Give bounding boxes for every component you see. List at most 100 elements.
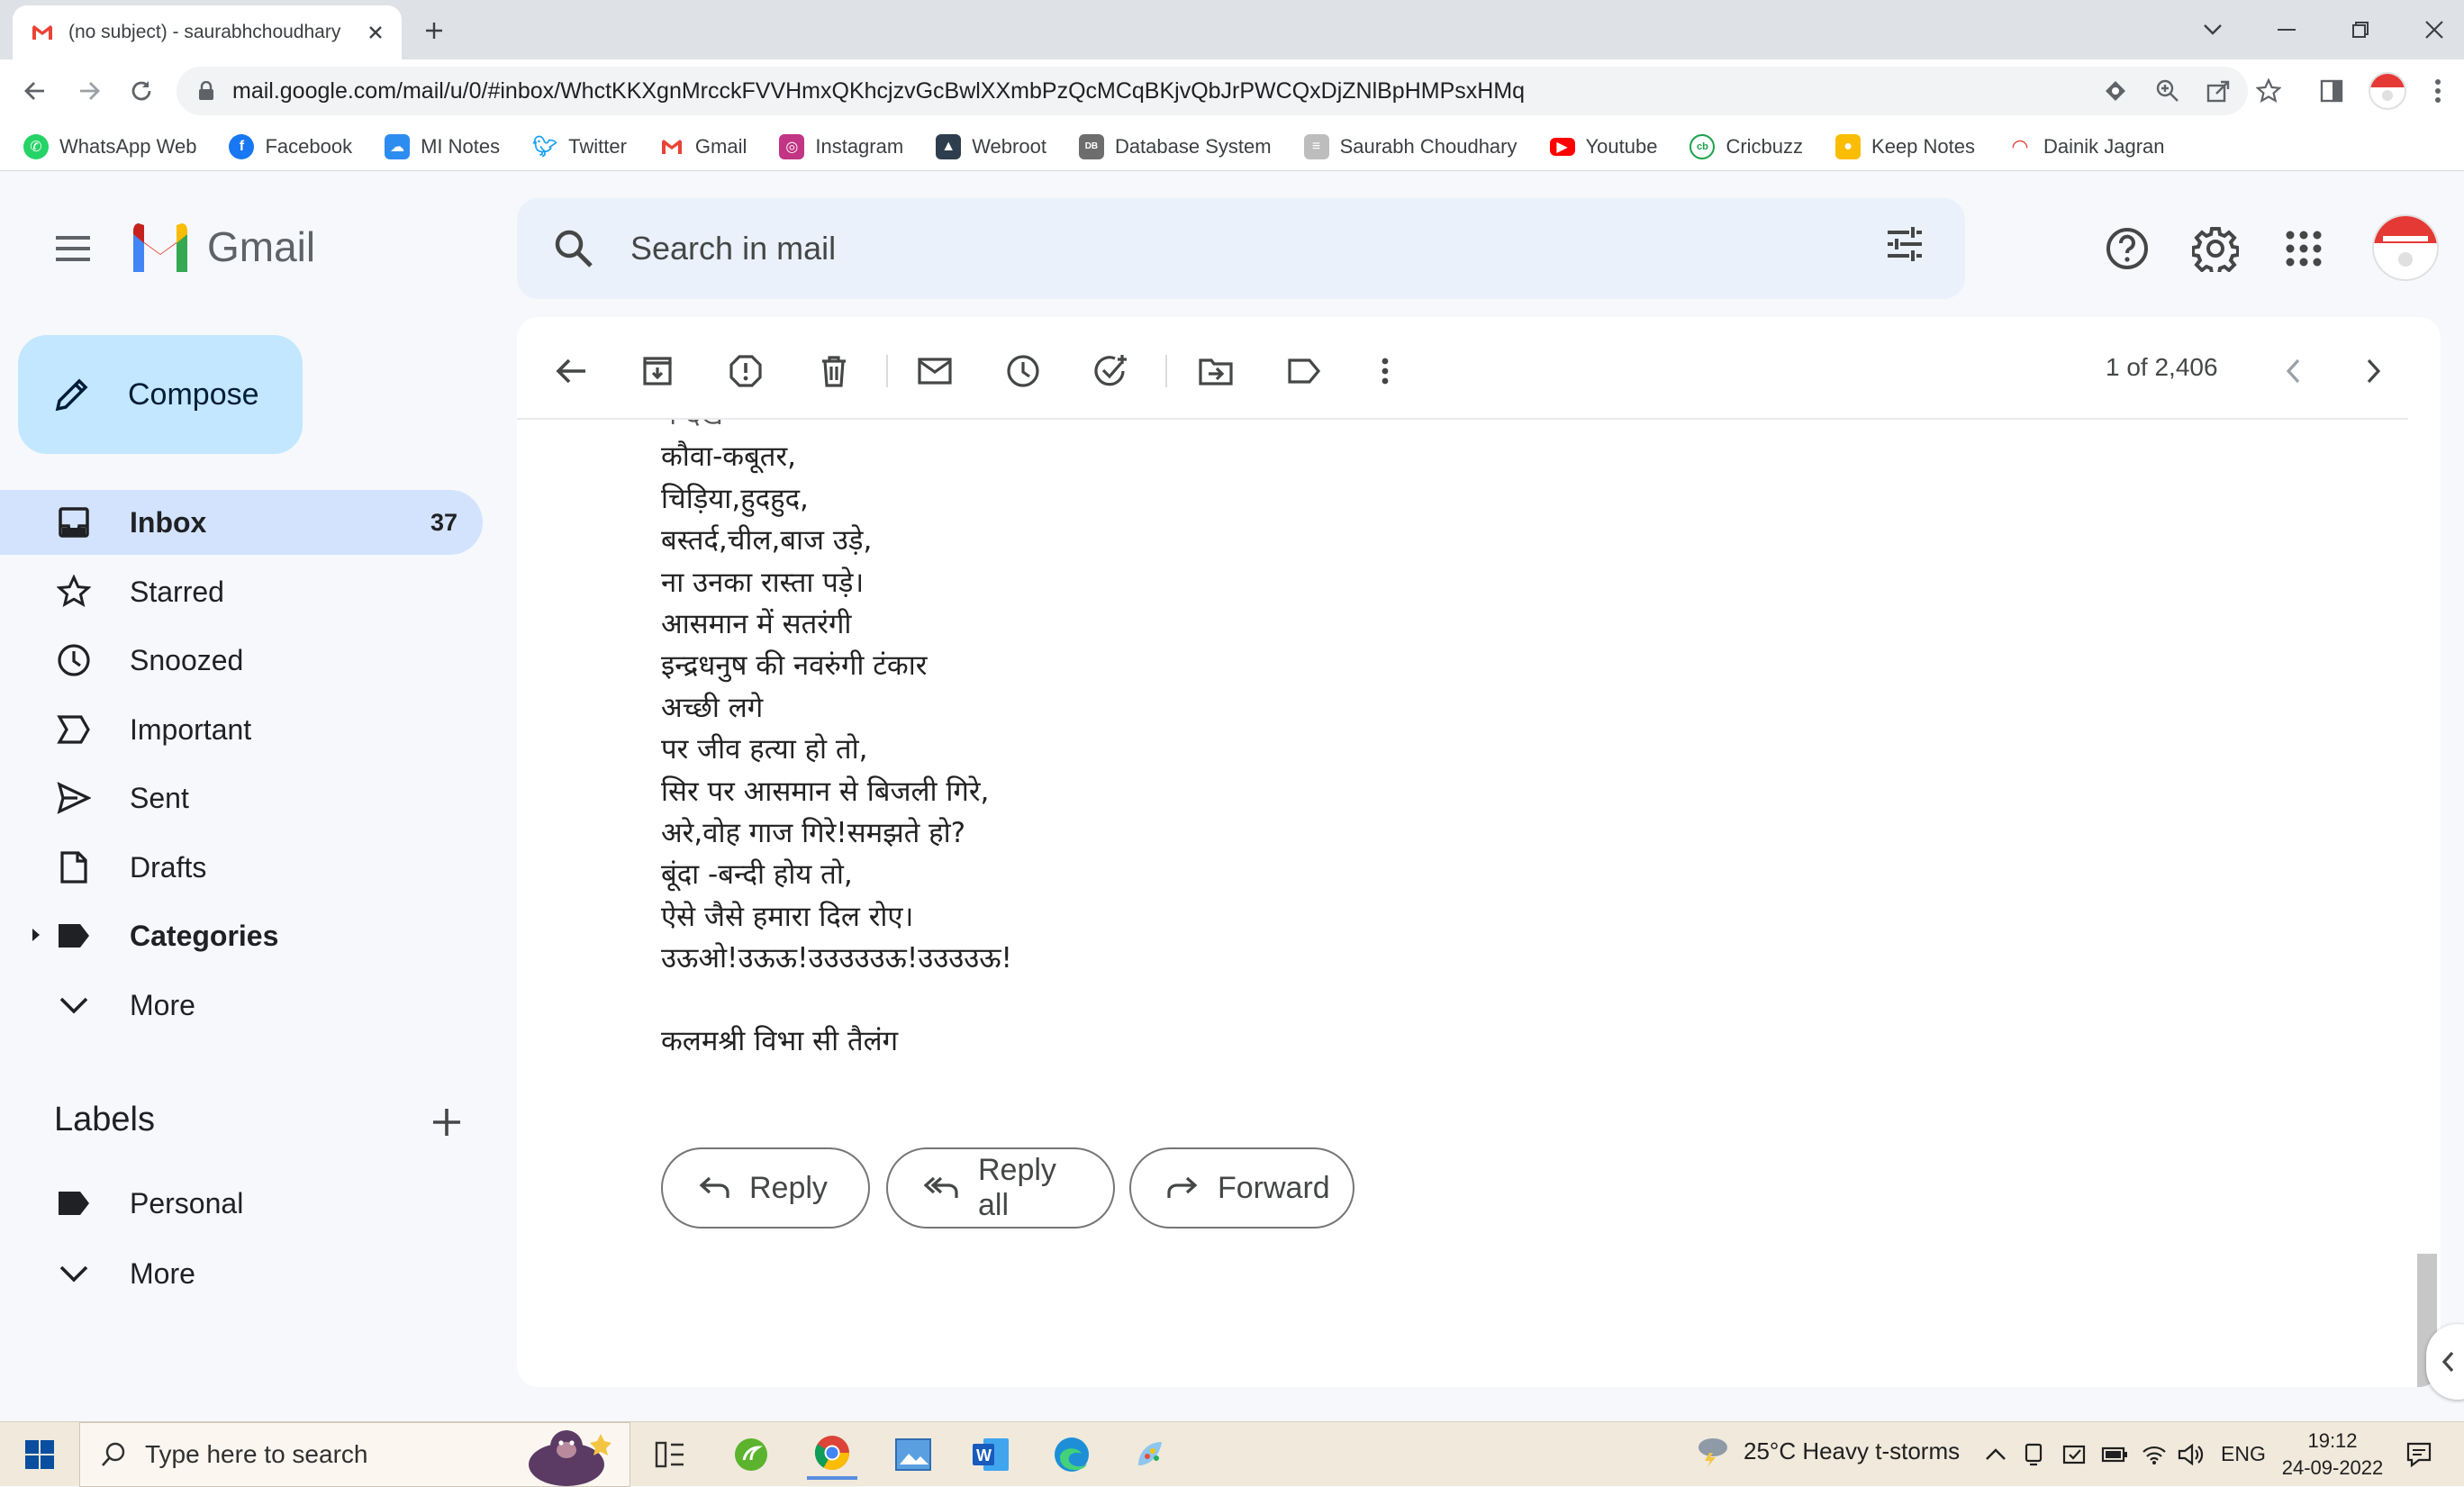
- lock-icon[interactable]: [198, 81, 214, 101]
- bookmark-dainik-jagran[interactable]: ◠ Dainik Jagran: [2007, 134, 2165, 159]
- bookmark-youtube[interactable]: ▶ Youtube: [1549, 135, 1657, 159]
- body-line: आसमान में सतरंगी: [661, 607, 852, 640]
- nav-inbox[interactable]: Inbox 37: [0, 490, 483, 555]
- bookmark-webroot[interactable]: ▲ Webroot: [936, 133, 1046, 159]
- body-line: बूंदा -बन्दी होय तो,: [661, 858, 853, 892]
- restore-button[interactable]: [2338, 9, 2383, 50]
- taskbar-search-box[interactable]: Type here to search: [79, 1422, 630, 1487]
- back-to-inbox-icon[interactable]: [548, 348, 594, 394]
- nav-more[interactable]: More: [0, 973, 483, 1038]
- labels-more[interactable]: More: [0, 1241, 483, 1306]
- account-avatar[interactable]: [2372, 214, 2439, 281]
- close-tab-icon[interactable]: [367, 24, 384, 41]
- search-icon[interactable]: [553, 228, 594, 269]
- task-view-icon[interactable]: [645, 1429, 695, 1480]
- nav-snoozed[interactable]: Snoozed: [0, 628, 483, 693]
- profile-avatar-icon[interactable]: [2369, 72, 2406, 110]
- expand-arrow-icon[interactable]: [31, 927, 41, 943]
- snooze-clock-icon[interactable]: [1000, 348, 1046, 394]
- bookmark-saurabh-choudhary[interactable]: ≡ Saurabh Choudhary: [1303, 133, 1517, 159]
- search-options-icon[interactable]: [1884, 223, 1925, 265]
- windows-start-button[interactable]: [0, 1422, 79, 1487]
- reply-button[interactable]: Reply: [661, 1147, 870, 1229]
- send-icon: [56, 780, 92, 816]
- compose-button[interactable]: Compose: [18, 335, 303, 454]
- search-bar[interactable]: Search in mail: [517, 198, 1965, 299]
- reply-all-button[interactable]: Reply all: [886, 1147, 1115, 1229]
- mark-unread-icon[interactable]: [911, 348, 958, 394]
- help-icon[interactable]: [2102, 223, 2152, 274]
- jagran-icon: ◠: [2012, 134, 2028, 158]
- browser-menu-icon[interactable]: [2423, 76, 2453, 106]
- nav-starred[interactable]: Starred: [0, 559, 483, 624]
- apps-grid-icon[interactable]: [2278, 223, 2329, 274]
- gmail-logo[interactable]: Gmail: [128, 222, 315, 272]
- bookmark-mi-notes[interactable]: ☁ MI Notes: [385, 133, 500, 159]
- input-language-indicator[interactable]: ENG: [2221, 1442, 2266, 1466]
- volume-icon[interactable]: [2174, 1438, 2206, 1471]
- bookmark-cricbuzz[interactable]: cb Cricbuzz: [1689, 133, 1803, 159]
- newer-message-icon[interactable]: [2269, 348, 2316, 394]
- onedrive-sync-icon[interactable]: [2059, 1438, 2091, 1471]
- settings-gear-icon[interactable]: [2190, 223, 2241, 274]
- paint-app-icon[interactable]: [1126, 1429, 1176, 1480]
- bookmark-gmail[interactable]: Gmail: [659, 134, 747, 159]
- photos-app-icon[interactable]: [888, 1429, 938, 1480]
- meet-now-icon[interactable]: [2017, 1438, 2050, 1471]
- site-info-icon[interactable]: [2100, 76, 2131, 106]
- older-message-icon[interactable]: [2351, 348, 2397, 394]
- bookmark-keep-notes[interactable]: ● Keep Notes: [1835, 133, 1975, 159]
- nav-sent[interactable]: Sent: [0, 766, 483, 830]
- reply-all-icon: [924, 1176, 958, 1200]
- bookmark-database-system[interactable]: DB Database System: [1078, 133, 1272, 159]
- report-spam-icon[interactable]: [722, 348, 769, 394]
- more-options-icon[interactable]: [1362, 348, 1409, 394]
- bookmark-facebook[interactable]: f Facebook: [229, 133, 352, 159]
- nav-important[interactable]: Important: [0, 697, 483, 762]
- back-button[interactable]: [14, 70, 56, 112]
- address-bar[interactable]: mail.google.com/mail/u/0/#inbox/WhctKKXg…: [177, 67, 2248, 115]
- reload-button[interactable]: [121, 70, 162, 112]
- chrome-taskbar-icon[interactable]: [807, 1429, 857, 1480]
- weather-widget[interactable]: 25°C Heavy t-storms: [1693, 1435, 1960, 1467]
- share-icon[interactable]: [2203, 76, 2233, 106]
- app-green-icon[interactable]: [726, 1429, 776, 1480]
- edge-browser-icon[interactable]: [1046, 1429, 1097, 1480]
- label-tag-icon[interactable]: [1281, 348, 1327, 394]
- message-toolbar: 1 of 2,406: [517, 317, 2408, 420]
- notification-center-icon[interactable]: [2401, 1437, 2437, 1473]
- labels-heading: Labels: [54, 1101, 155, 1138]
- label-personal[interactable]: Personal: [0, 1171, 483, 1236]
- add-task-icon[interactable]: [1088, 348, 1135, 394]
- clock-time: 19:12: [2307, 1429, 2358, 1452]
- search-input[interactable]: Search in mail: [630, 230, 836, 267]
- show-hidden-icons-icon[interactable]: [1979, 1438, 2012, 1471]
- browser-tab[interactable]: (no subject) - saurabhchoudhary: [13, 5, 402, 59]
- nav-categories[interactable]: Categories: [0, 903, 483, 968]
- main-menu-icon[interactable]: [45, 225, 99, 272]
- clock-icon: [56, 642, 92, 678]
- bookmark-whatsapp[interactable]: ✆ WhatsApp Web: [23, 133, 196, 159]
- forward-button[interactable]: Forward: [1129, 1147, 1354, 1229]
- battery-icon[interactable]: [2098, 1438, 2131, 1471]
- zoom-icon[interactable]: [2152, 76, 2183, 106]
- bookmark-star-icon[interactable]: [2253, 76, 2284, 106]
- tab-search-icon[interactable]: [2190, 9, 2235, 50]
- add-label-icon[interactable]: [425, 1101, 468, 1144]
- side-panel-icon[interactable]: [2316, 76, 2347, 106]
- system-clock[interactable]: 19:12 24-09-2022: [2278, 1428, 2387, 1482]
- move-to-folder-icon[interactable]: [1192, 348, 1239, 394]
- close-window-button[interactable]: [2412, 9, 2457, 50]
- bookmark-instagram[interactable]: ◎ Instagram: [779, 133, 903, 159]
- word-app-icon[interactable]: W: [965, 1429, 1016, 1480]
- minimize-button[interactable]: [2264, 9, 2309, 50]
- delete-icon[interactable]: [811, 348, 857, 394]
- wifi-icon[interactable]: [2138, 1438, 2170, 1471]
- forward-button[interactable]: [68, 70, 110, 112]
- archive-icon[interactable]: [634, 348, 681, 394]
- bookmark-twitter[interactable]: 🐦︎ Twitter: [532, 134, 627, 159]
- gmail-favicon-icon: [31, 23, 54, 41]
- nav-drafts[interactable]: Drafts: [0, 835, 483, 900]
- new-tab-button[interactable]: [416, 13, 452, 49]
- page-icon: ≡: [1303, 133, 1329, 159]
